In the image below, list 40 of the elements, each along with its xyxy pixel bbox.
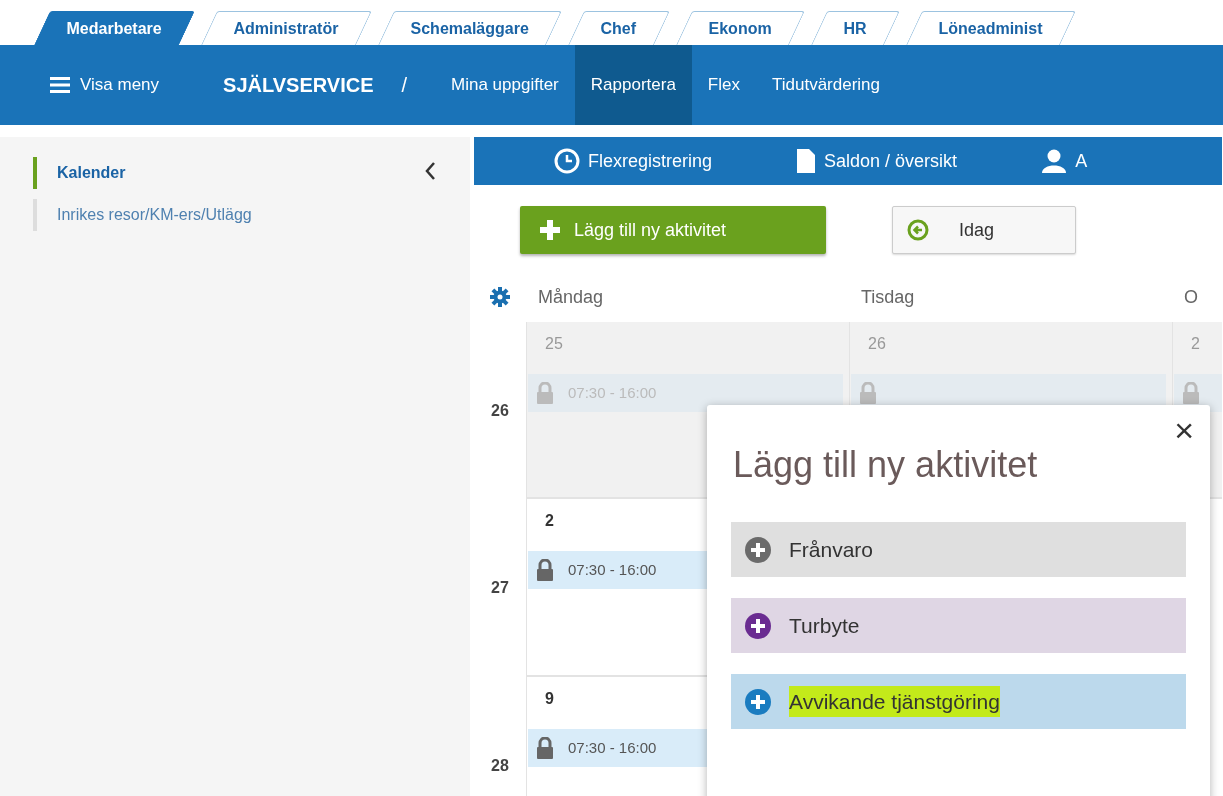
breadcrumb-separator: /: [401, 73, 408, 98]
date-number: 2: [545, 512, 554, 529]
week-number: 26: [491, 400, 509, 421]
weekday-header: Tisdag: [861, 286, 915, 307]
menu-button[interactable]: Visa meny: [34, 45, 176, 125]
activity-option[interactable]: Frånvaro: [731, 522, 1186, 578]
week-number: 28: [491, 756, 509, 776]
activity-option[interactable]: Turbyte: [731, 598, 1186, 654]
nav-item[interactable]: Flex: [691, 45, 756, 125]
week-number: 27: [491, 578, 509, 598]
nav-item[interactable]: Mina uppgifter: [435, 45, 575, 125]
subnav-item[interactable]: Flexregistrering: [554, 147, 713, 175]
sidebar-item[interactable]: Kalender: [33, 157, 146, 189]
date-number: 25: [545, 335, 563, 352]
plus-icon: [540, 220, 560, 240]
menu-icon: [50, 77, 70, 93]
collapse-icon: [424, 161, 436, 181]
date-number: 26: [868, 335, 886, 352]
today-button[interactable]: Idag: [892, 206, 1076, 254]
section-title: SJÄLVSERVICE: [223, 73, 374, 98]
close-button[interactable]: ×: [1174, 413, 1194, 447]
role-tab[interactable]: Ekonom: [676, 11, 805, 45]
date-number: 9: [545, 690, 554, 707]
activity-option[interactable]: Avvikande tjänstgöring: [731, 674, 1186, 730]
nav-item[interactable]: Rapportera: [574, 45, 692, 125]
date-number: 2: [1191, 335, 1200, 352]
add-activity-button[interactable]: Lägg till ny aktivitet: [520, 206, 826, 254]
sidebar-item[interactable]: Inrikes resor/KM-ers/Utlägg: [33, 199, 272, 231]
subnav-item[interactable]: Saldon / översikt: [796, 147, 958, 175]
document-icon: [796, 148, 817, 174]
role-tab[interactable]: Administratör: [201, 11, 372, 45]
person-icon: [1041, 148, 1068, 174]
settings-icon: [490, 287, 510, 307]
subnav-item[interactable]: A: [1041, 147, 1088, 175]
weekday-header: O: [1184, 286, 1198, 307]
nav-item[interactable]: Tidutvärdering: [755, 45, 896, 125]
weekday-header: Måndag: [538, 286, 604, 307]
role-tab[interactable]: Chef: [568, 11, 670, 45]
dialog-title: Lägg till ny aktivitet: [733, 443, 1039, 487]
clock-icon: [554, 148, 580, 174]
